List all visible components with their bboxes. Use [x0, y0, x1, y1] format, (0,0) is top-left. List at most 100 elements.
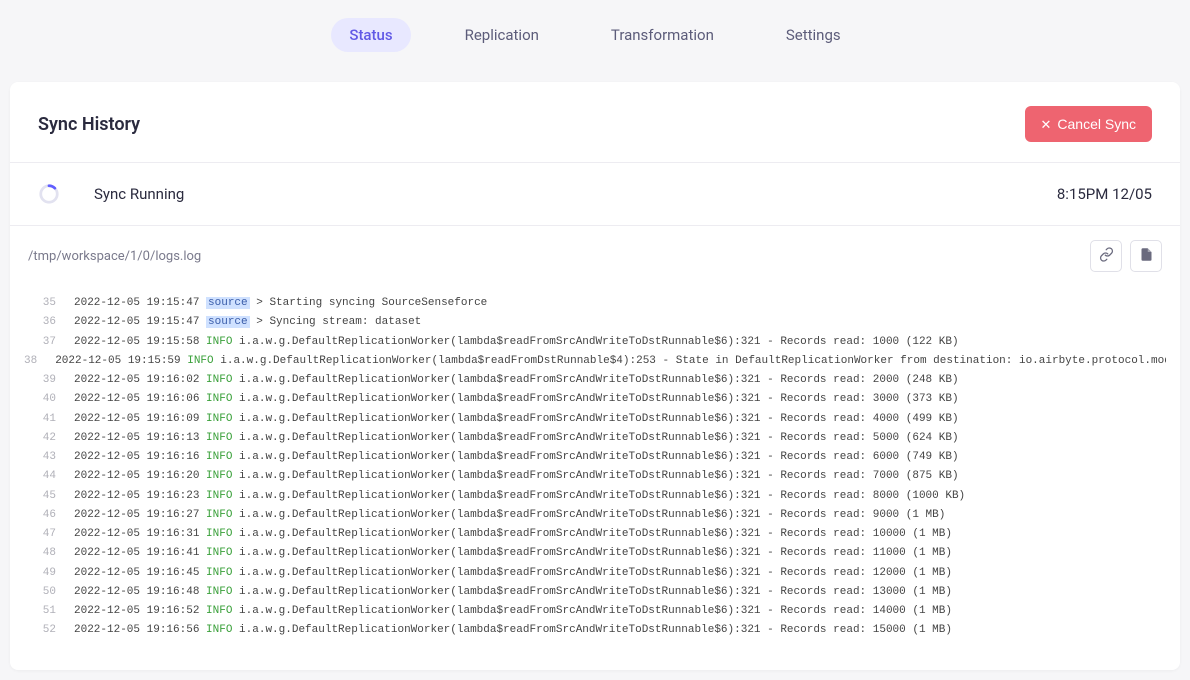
cancel-sync-button[interactable]: ✕ Cancel Sync	[1025, 106, 1153, 142]
sync-status-timestamp: 8:15PM 12/05	[1057, 185, 1152, 203]
log-message: i.a.w.g.DefaultReplicationWorker(lambda$…	[232, 451, 958, 463]
log-message: i.a.w.g.DefaultReplicationWorker(lambda$…	[232, 374, 958, 386]
log-line-number: 46	[24, 506, 74, 525]
tab-replication[interactable]: Replication	[447, 18, 557, 52]
log-tag: source	[206, 316, 250, 328]
log-level: INFO	[206, 490, 232, 502]
log-line-body: 2022-12-05 19:16:06 INFO i.a.w.g.Default…	[74, 390, 959, 409]
log-timestamp: 2022-12-05 19:16:02	[74, 374, 199, 386]
log-message: i.a.w.g.DefaultReplicationWorker(lambda$…	[232, 586, 952, 598]
log-timestamp: 2022-12-05 19:16:09	[74, 413, 199, 425]
log-line-number: 44	[24, 467, 74, 486]
log-line-number: 38	[24, 352, 55, 371]
log-tag: source	[206, 297, 250, 309]
log-line: 442022-12-05 19:16:20 INFO i.a.w.g.Defau…	[24, 467, 1166, 486]
log-line: 352022-12-05 19:15:47 source > Starting …	[24, 294, 1166, 313]
log-line-number: 35	[24, 294, 74, 313]
log-message: i.a.w.g.DefaultReplicationWorker(lambda$…	[232, 567, 952, 579]
log-message: i.a.w.g.DefaultReplicationWorker(lambda$…	[232, 470, 958, 482]
log-line: 402022-12-05 19:16:06 INFO i.a.w.g.Defau…	[24, 390, 1166, 409]
close-icon: ✕	[1041, 118, 1052, 131]
log-timestamp: 2022-12-05 19:16:56	[74, 624, 199, 636]
copy-link-button[interactable]	[1090, 240, 1122, 272]
log-line-number: 52	[24, 621, 74, 640]
log-line-body: 2022-12-05 19:16:48 INFO i.a.w.g.Default…	[74, 583, 952, 602]
log-timestamp: 2022-12-05 19:15:59	[55, 355, 180, 367]
log-line-body: 2022-12-05 19:16:41 INFO i.a.w.g.Default…	[74, 544, 952, 563]
log-line: 492022-12-05 19:16:45 INFO i.a.w.g.Defau…	[24, 564, 1166, 583]
log-line-body: 2022-12-05 19:15:59 INFO i.a.w.g.Default…	[55, 352, 1166, 371]
log-message: i.a.w.g.DefaultReplicationWorker(lambda$…	[232, 547, 952, 559]
log-timestamp: 2022-12-05 19:16:27	[74, 509, 199, 521]
cancel-sync-label: Cancel Sync	[1057, 116, 1136, 132]
log-line-body: 2022-12-05 19:15:58 INFO i.a.w.g.Default…	[74, 333, 959, 352]
log-line-body: 2022-12-05 19:16:31 INFO i.a.w.g.Default…	[74, 525, 952, 544]
log-line: 432022-12-05 19:16:16 INFO i.a.w.g.Defau…	[24, 448, 1166, 467]
log-level: INFO	[206, 393, 232, 405]
log-message: i.a.w.g.DefaultReplicationWorker(lambda$…	[232, 509, 945, 521]
log-timestamp: 2022-12-05 19:16:48	[74, 586, 199, 598]
log-timestamp: 2022-12-05 19:16:06	[74, 393, 199, 405]
log-level: INFO	[206, 432, 232, 444]
log-message: > Starting syncing SourceSenseforce	[250, 297, 488, 309]
log-line-number: 47	[24, 525, 74, 544]
log-level: INFO	[206, 624, 232, 636]
sync-history-card: Sync History ✕ Cancel Sync Sync Running …	[10, 82, 1180, 670]
log-line-number: 40	[24, 390, 74, 409]
download-file-icon	[1139, 247, 1154, 265]
log-level: INFO	[206, 374, 232, 386]
log-line: 372022-12-05 19:15:58 INFO i.a.w.g.Defau…	[24, 333, 1166, 352]
log-timestamp: 2022-12-05 19:15:47	[74, 316, 199, 328]
log-level: INFO	[206, 567, 232, 579]
log-timestamp: 2022-12-05 19:15:58	[74, 336, 199, 348]
log-line-number: 36	[24, 313, 74, 332]
log-level: INFO	[206, 586, 232, 598]
log-message: > Syncing stream: dataset	[250, 316, 422, 328]
log-line-number: 37	[24, 333, 74, 352]
log-level: INFO	[206, 547, 232, 559]
log-line-body: 2022-12-05 19:16:02 INFO i.a.w.g.Default…	[74, 371, 959, 390]
log-level: INFO	[206, 528, 232, 540]
log-line-body: 2022-12-05 19:15:47 source > Syncing str…	[74, 313, 421, 332]
log-line: 362022-12-05 19:15:47 source > Syncing s…	[24, 313, 1166, 332]
log-message: i.a.w.g.DefaultReplicationWorker(lambda$…	[232, 605, 952, 617]
card-header: Sync History ✕ Cancel Sync	[10, 82, 1180, 163]
log-message: i.a.w.g.DefaultReplicationWorker(lambda$…	[232, 528, 952, 540]
log-toolbar: /tmp/workspace/1/0/logs.log	[10, 226, 1180, 286]
log-line-number: 51	[24, 602, 74, 621]
log-line: 452022-12-05 19:16:23 INFO i.a.w.g.Defau…	[24, 487, 1166, 506]
log-message: i.a.w.g.DefaultReplicationWorker(lambda$…	[232, 393, 958, 405]
log-timestamp: 2022-12-05 19:16:41	[74, 547, 199, 559]
log-timestamp: 2022-12-05 19:16:20	[74, 470, 199, 482]
log-line-number: 41	[24, 410, 74, 429]
log-line: 462022-12-05 19:16:27 INFO i.a.w.g.Defau…	[24, 506, 1166, 525]
sync-status-label: Sync Running	[94, 185, 1057, 203]
log-message: i.a.w.g.DefaultReplicationWorker(lambda$…	[232, 624, 952, 636]
log-timestamp: 2022-12-05 19:16:52	[74, 605, 199, 617]
log-line: 422022-12-05 19:16:13 INFO i.a.w.g.Defau…	[24, 429, 1166, 448]
log-message: i.a.w.g.DefaultReplicationWorker(lambda$…	[232, 336, 958, 348]
log-message: i.a.w.g.DefaultReplicationWorker(lambda$…	[214, 355, 1166, 367]
log-level: INFO	[206, 413, 232, 425]
log-file-path: /tmp/workspace/1/0/logs.log	[28, 249, 1082, 264]
log-timestamp: 2022-12-05 19:16:23	[74, 490, 199, 502]
link-icon	[1099, 247, 1114, 265]
log-line-body: 2022-12-05 19:16:52 INFO i.a.w.g.Default…	[74, 602, 952, 621]
log-timestamp: 2022-12-05 19:15:47	[74, 297, 199, 309]
tab-settings[interactable]: Settings	[768, 18, 859, 52]
log-line-number: 49	[24, 564, 74, 583]
log-timestamp: 2022-12-05 19:16:31	[74, 528, 199, 540]
tab-transformation[interactable]: Transformation	[593, 18, 732, 52]
log-line-body: 2022-12-05 19:16:20 INFO i.a.w.g.Default…	[74, 467, 959, 486]
log-line-number: 45	[24, 487, 74, 506]
tabs: Status Replication Transformation Settings	[0, 0, 1190, 82]
log-line-body: 2022-12-05 19:16:27 INFO i.a.w.g.Default…	[74, 506, 945, 525]
log-level: INFO	[187, 355, 213, 367]
log-line-number: 42	[24, 429, 74, 448]
log-line-body: 2022-12-05 19:16:45 INFO i.a.w.g.Default…	[74, 564, 952, 583]
download-logs-button[interactable]	[1130, 240, 1162, 272]
log-viewer[interactable]: 352022-12-05 19:15:47 source > Starting …	[24, 286, 1166, 656]
tab-status[interactable]: Status	[331, 18, 410, 52]
log-line-body: 2022-12-05 19:16:16 INFO i.a.w.g.Default…	[74, 448, 959, 467]
log-line-number: 48	[24, 544, 74, 563]
